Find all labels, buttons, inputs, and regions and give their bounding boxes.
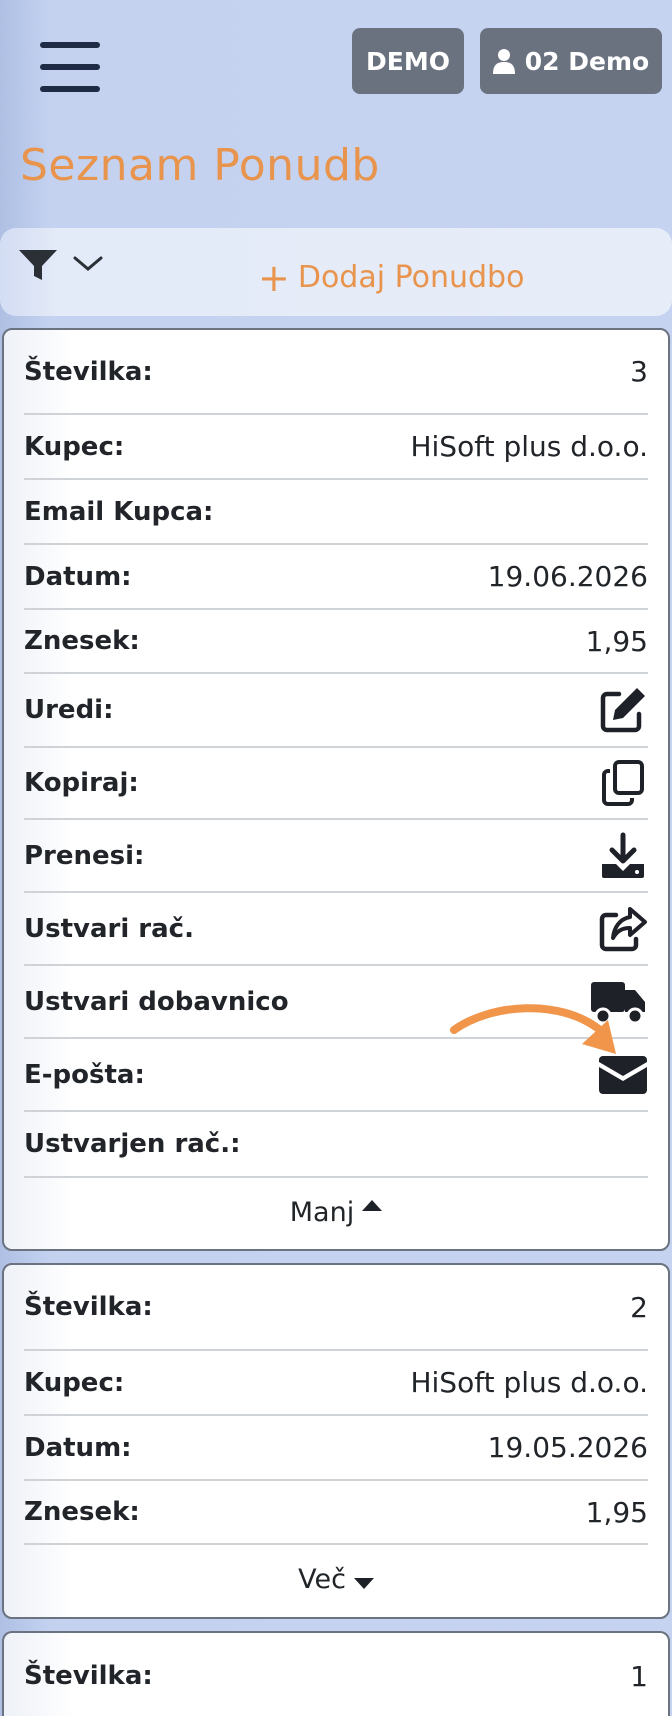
offer-card-2: Številka: 2 Kupec: HiSoft plus d.o.o. Da…	[2, 1263, 670, 1619]
ustvari-dob-label: Ustvari dobavnico	[24, 986, 289, 1017]
row-prenesi: Prenesi:	[24, 820, 648, 893]
kupec-value: HiSoft plus d.o.o.	[410, 430, 648, 463]
prenesi-label: Prenesi:	[24, 840, 145, 871]
row-eposta: E-pošta:	[24, 1039, 648, 1112]
znesek-value: 1,95	[585, 624, 648, 658]
collapse-button[interactable]: Manj	[4, 1180, 668, 1244]
uredi-label: Uredi:	[24, 695, 114, 725]
filter-bar: + Dodaj Ponudbo	[0, 228, 672, 316]
ustvarjen-rac-label: Ustvarjen rač.:	[24, 1129, 241, 1159]
stevilka-value: 1	[630, 1659, 648, 1693]
top-bar: DEMO 02 Demo	[0, 0, 672, 120]
expand-label: Več	[298, 1563, 346, 1595]
row-kopiraj: Kopiraj:	[24, 748, 648, 820]
share-icon[interactable]	[598, 904, 648, 954]
row-stevilka: Številka: 2	[24, 1265, 648, 1351]
collapse-label: Manj	[289, 1196, 355, 1228]
row-uredi: Uredi:	[24, 674, 648, 748]
plus-icon: +	[258, 255, 290, 300]
datum-value: 19.05.2026	[487, 1431, 648, 1464]
datum-label: Datum:	[24, 1432, 132, 1463]
ustvari-rac-label: Ustvari rač.	[24, 913, 194, 944]
row-datum: Datum: 19.06.2026	[24, 545, 648, 610]
add-offer-label: Dodaj Ponudbo	[297, 260, 525, 295]
row-email: Email Kupca:	[24, 480, 648, 545]
expand-button[interactable]: Več	[4, 1547, 668, 1611]
offer-card-1: Številka: 3 Kupec: HiSoft plus d.o.o. Em…	[2, 328, 670, 1251]
kupec-value: HiSoft plus d.o.o.	[410, 1366, 648, 1399]
znesek-value: 1,95	[585, 1495, 648, 1529]
edit-icon[interactable]	[598, 685, 648, 735]
kopiraj-label: Kopiraj:	[24, 768, 139, 798]
filter-icon[interactable]	[18, 248, 58, 284]
caret-up-icon	[362, 1200, 383, 1211]
stevilka-label: Številka:	[24, 356, 153, 387]
stevilka-label: Številka:	[24, 1292, 153, 1322]
row-ustvari-dobavnico: Ustvari dobavnico	[24, 966, 648, 1039]
datum-label: Datum:	[24, 561, 132, 592]
stevilka-value: 2	[630, 1290, 648, 1324]
kupec-label: Kupec:	[24, 1367, 125, 1398]
chevron-down-icon[interactable]	[72, 254, 104, 274]
menu-icon[interactable]	[40, 42, 100, 92]
download-icon[interactable]	[598, 831, 648, 881]
add-offer-button[interactable]: + Dodaj Ponudbo	[258, 255, 525, 300]
row-stevilka: Številka: 3	[24, 330, 648, 415]
znesek-label: Znesek:	[24, 626, 140, 656]
eposta-label: E-pošta:	[24, 1059, 145, 1090]
kupec-label: Kupec:	[24, 431, 125, 462]
row-stevilka: Številka: 1	[24, 1633, 648, 1716]
copy-icon[interactable]	[598, 758, 648, 808]
row-kupec: Kupec: HiSoft plus d.o.o.	[24, 415, 648, 480]
row-ustvarjen-rac: Ustvarjen rač.:	[24, 1112, 648, 1178]
row-ustvari-rac: Ustvari rač.	[24, 893, 648, 966]
stevilka-value: 3	[630, 355, 648, 388]
demo-button[interactable]: DEMO	[352, 28, 464, 94]
demo-button-label: DEMO	[366, 46, 450, 76]
caret-down-icon	[353, 1578, 374, 1589]
row-znesek: Znesek: 1,95	[24, 610, 648, 674]
user-button-label: 02 Demo	[524, 46, 650, 76]
truck-icon[interactable]	[588, 977, 648, 1027]
row-kupec: Kupec: HiSoft plus d.o.o.	[24, 1351, 648, 1416]
znesek-label: Znesek:	[24, 1497, 140, 1527]
email-label: Email Kupca:	[24, 496, 214, 527]
user-icon	[492, 49, 515, 74]
datum-value: 19.06.2026	[487, 560, 648, 593]
stevilka-label: Številka:	[24, 1661, 153, 1691]
page-title: Seznam Ponudb	[20, 140, 380, 191]
envelope-icon[interactable]	[598, 1050, 648, 1100]
offer-card-3: Številka: 1	[2, 1631, 670, 1716]
row-datum: Datum: 19.05.2026	[24, 1416, 648, 1481]
user-button[interactable]: 02 Demo	[480, 28, 662, 94]
row-znesek: Znesek: 1,95	[24, 1481, 648, 1545]
